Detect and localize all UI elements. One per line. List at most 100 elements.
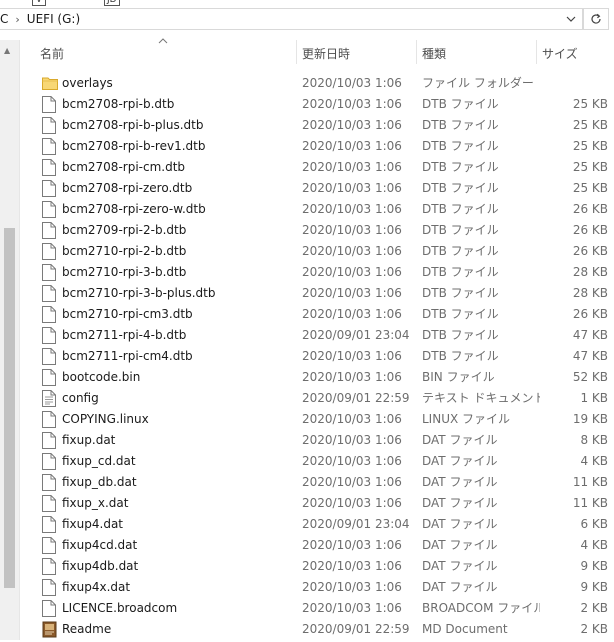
file-type: DTB ファイル bbox=[422, 265, 499, 279]
markdown-document-icon bbox=[42, 621, 58, 638]
nav-pane-scrollbar[interactable]: ▲ bbox=[0, 40, 20, 640]
file-size: 25 KB bbox=[572, 139, 608, 153]
file-icon bbox=[42, 516, 58, 533]
file-size: 4 KB bbox=[580, 454, 608, 468]
file-row[interactable]: bcm2710-rpi-cm3.dtb 2020/10/03 1:06 DTB ファ… bbox=[22, 304, 614, 325]
column-header-row: 名前 更新日時 種類 サイズ bbox=[22, 38, 614, 66]
file-icon bbox=[42, 537, 58, 554]
file-size: 26 KB bbox=[572, 307, 608, 321]
file-row[interactable]: bcm2710-rpi-3-b-plus.dtb 2020/10/03 1:06 D… bbox=[22, 283, 614, 304]
column-header-size[interactable]: サイズ bbox=[536, 40, 614, 66]
file-type: DAT ファイル bbox=[422, 517, 498, 531]
breadcrumb-item-prev[interactable]: C bbox=[0, 12, 8, 26]
file-name: COPYING.linux bbox=[62, 412, 149, 426]
file-date: 2020/10/03 1:06 bbox=[302, 223, 402, 237]
file-size: 52 KB bbox=[572, 370, 608, 384]
address-bar[interactable]: C › UEFI (G:) bbox=[0, 8, 583, 30]
column-header-name[interactable]: 名前 bbox=[34, 40, 296, 66]
file-date: 2020/10/03 1:06 bbox=[302, 412, 402, 426]
file-name: bcm2710-rpi-cm3.dtb bbox=[62, 307, 193, 321]
file-row[interactable]: bcm2708-rpi-cm.dtb 2020/10/03 1:06 DTB ファイ… bbox=[22, 157, 614, 178]
file-type: DAT ファイル bbox=[422, 433, 498, 447]
file-date: 2020/10/03 1:06 bbox=[302, 76, 402, 90]
file-name: bcm2709-rpi-2-b.dtb bbox=[62, 223, 187, 237]
file-name: bcm2710-rpi-3-b.dtb bbox=[62, 265, 187, 279]
file-name: fixup4cd.dat bbox=[62, 538, 138, 552]
file-name: bcm2708-rpi-zero.dtb bbox=[62, 181, 193, 195]
file-size: 25 KB bbox=[572, 181, 608, 195]
file-size: 4 KB bbox=[580, 538, 608, 552]
file-row[interactable]: LICENCE.broadcom 2020/10/03 1:06 BROADCOM … bbox=[22, 598, 614, 619]
file-row[interactable]: bcm2708-rpi-zero-w.dtb 2020/10/03 1:06 DTB… bbox=[22, 199, 614, 220]
file-name: bcm2710-rpi-3-b-plus.dtb bbox=[62, 286, 216, 300]
file-row[interactable]: bcm2708-rpi-b-rev1.dtb 2020/10/03 1:06 DTB… bbox=[22, 136, 614, 157]
file-icon bbox=[42, 495, 58, 512]
file-row[interactable]: fixup4x.dat 2020/10/03 1:06 DAT ファイル 9 KB bbox=[22, 577, 614, 598]
file-row[interactable]: fixup4.dat 2020/09/01 23:04 DAT ファイル 6 KB bbox=[22, 514, 614, 535]
file-date: 2020/10/03 1:06 bbox=[302, 181, 402, 195]
file-row[interactable]: fixup_x.dat 2020/10/03 1:06 DAT ファイル 11 KB bbox=[22, 493, 614, 514]
file-row[interactable]: bcm2709-rpi-2-b.dtb 2020/10/03 1:06 DTB ファ… bbox=[22, 220, 614, 241]
breadcrumb-chevron-icon[interactable]: › bbox=[15, 13, 19, 26]
file-name: Readme bbox=[62, 622, 112, 636]
file-date: 2020/09/01 22:59 bbox=[302, 391, 410, 405]
file-row[interactable]: bcm2710-rpi-2-b.dtb 2020/10/03 1:06 DTB ファ… bbox=[22, 241, 614, 262]
file-row[interactable]: bcm2708-rpi-b.dtb 2020/10/03 1:06 DTB ファイル… bbox=[22, 94, 614, 115]
file-row[interactable]: bcm2708-rpi-b-plus.dtb 2020/10/03 1:06 DTB… bbox=[22, 115, 614, 136]
file-row[interactable]: fixup4cd.dat 2020/10/03 1:06 DAT ファイル 4 KB bbox=[22, 535, 614, 556]
file-type: DTB ファイル bbox=[422, 328, 499, 342]
file-type: テキスト ドキュメント bbox=[422, 391, 540, 405]
file-row[interactable]: bcm2708-rpi-zero.dtb 2020/10/03 1:06 DTB フ… bbox=[22, 178, 614, 199]
file-row[interactable]: fixup_db.dat 2020/10/03 1:06 DAT ファイル 11 KB bbox=[22, 472, 614, 493]
file-date: 2020/10/03 1:06 bbox=[302, 370, 402, 384]
refresh-button[interactable] bbox=[583, 8, 609, 30]
file-type: DTB ファイル bbox=[422, 160, 499, 174]
file-name: fixup4db.dat bbox=[62, 559, 139, 573]
file-icon bbox=[42, 285, 58, 302]
file-date: 2020/10/03 1:06 bbox=[302, 286, 402, 300]
file-date: 2020/10/03 1:06 bbox=[302, 139, 402, 153]
file-date: 2020/10/03 1:06 bbox=[302, 496, 402, 510]
file-name: fixup_cd.dat bbox=[62, 454, 136, 468]
file-size: 28 KB bbox=[572, 286, 608, 300]
file-row[interactable]: bootcode.bin 2020/10/03 1:06 BIN ファイル 52 KB bbox=[22, 367, 614, 388]
file-row[interactable]: bcm2711-rpi-4-b.dtb 2020/09/01 23:04 DTB フ… bbox=[22, 325, 614, 346]
keytip-strip: V JD bbox=[0, 0, 614, 8]
file-name: bcm2708-rpi-zero-w.dtb bbox=[62, 202, 206, 216]
file-row[interactable]: fixup4db.dat 2020/10/03 1:06 DAT ファイル 9 KB bbox=[22, 556, 614, 577]
file-size: 25 KB bbox=[572, 160, 608, 174]
file-row[interactable]: overlays 2020/10/03 1:06 ファイル フォルダー bbox=[22, 73, 614, 94]
file-name: config bbox=[62, 391, 99, 405]
address-dropdown-chevron-icon[interactable] bbox=[564, 12, 578, 26]
file-row[interactable]: config 2020/09/01 22:59 テキスト ドキュメント 1 KB bbox=[22, 388, 614, 409]
file-icon bbox=[42, 579, 58, 596]
file-type: DAT ファイル bbox=[422, 538, 498, 552]
file-icon bbox=[42, 306, 58, 323]
file-icon bbox=[42, 432, 58, 449]
file-type: DTB ファイル bbox=[422, 139, 499, 153]
file-icon bbox=[42, 558, 58, 575]
column-header-date[interactable]: 更新日時 bbox=[296, 40, 416, 66]
file-date: 2020/10/03 1:06 bbox=[302, 97, 402, 111]
file-type: MD Document bbox=[422, 622, 508, 636]
file-date: 2020/10/03 1:06 bbox=[302, 580, 402, 594]
file-size: 9 KB bbox=[580, 580, 608, 594]
file-name: bcm2708-rpi-b-plus.dtb bbox=[62, 118, 204, 132]
file-row[interactable]: fixup.dat 2020/10/03 1:06 DAT ファイル 8 KB bbox=[22, 430, 614, 451]
file-size: 26 KB bbox=[572, 202, 608, 216]
column-header-type[interactable]: 種類 bbox=[416, 40, 536, 66]
file-row[interactable]: COPYING.linux 2020/10/03 1:06 LINUX ファイル 19… bbox=[22, 409, 614, 430]
file-row[interactable]: Readme 2020/09/01 22:59 MD Document 2 KB bbox=[22, 619, 614, 640]
scroll-up-arrow-icon[interactable]: ▲ bbox=[4, 46, 10, 55]
breadcrumb-item-current[interactable]: UEFI (G:) bbox=[27, 12, 80, 26]
file-row[interactable]: bcm2710-rpi-3-b.dtb 2020/10/03 1:06 DTB ファ… bbox=[22, 262, 614, 283]
file-row[interactable]: fixup_cd.dat 2020/10/03 1:06 DAT ファイル 4 KB bbox=[22, 451, 614, 472]
file-date: 2020/10/03 1:06 bbox=[302, 160, 402, 174]
file-date: 2020/09/01 23:04 bbox=[302, 517, 410, 531]
file-name: fixup4x.dat bbox=[62, 580, 131, 594]
file-type: DTB ファイル bbox=[422, 349, 499, 363]
file-name: bcm2710-rpi-2-b.dtb bbox=[62, 244, 187, 258]
file-row[interactable]: bcm2711-rpi-cm4.dtb 2020/10/03 1:06 DTB ファ… bbox=[22, 346, 614, 367]
file-type: DAT ファイル bbox=[422, 580, 498, 594]
nav-pane-scroll-thumb[interactable] bbox=[4, 228, 15, 588]
